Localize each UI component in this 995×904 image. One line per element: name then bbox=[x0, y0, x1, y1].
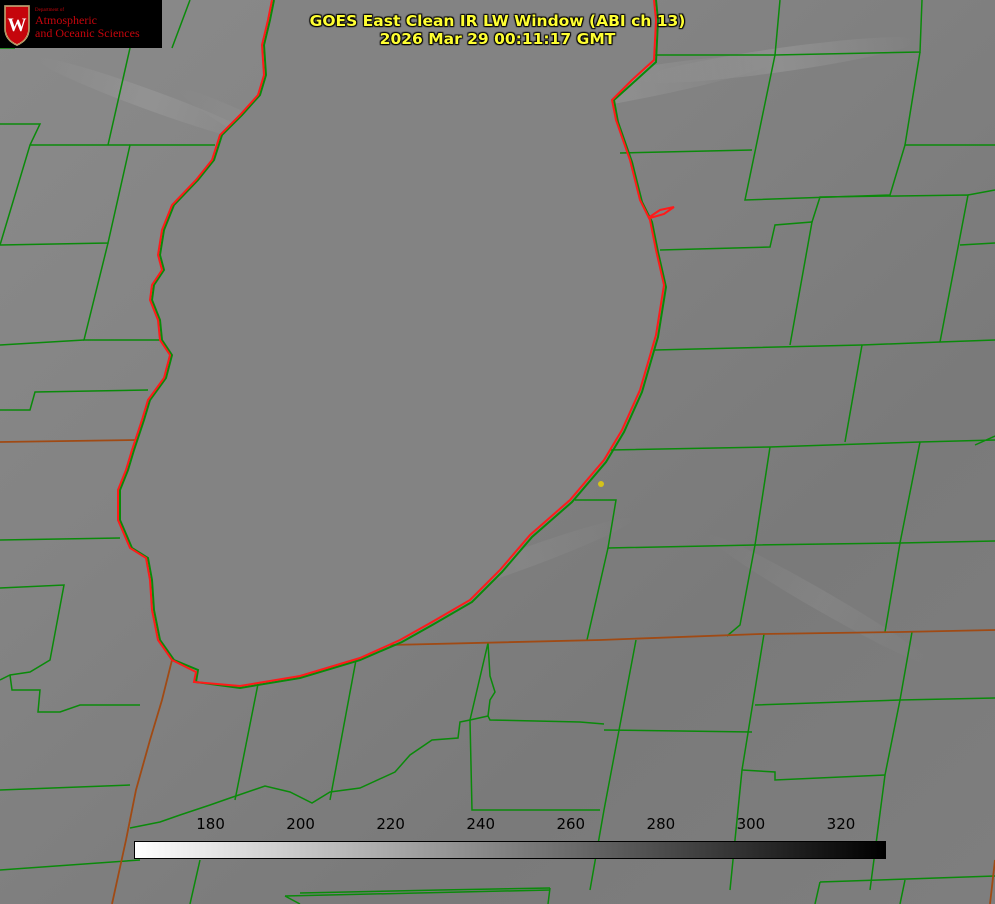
colorbar-tick-label: 300 bbox=[736, 815, 766, 833]
logo-line-2: and Oceanic Sciences bbox=[35, 26, 140, 40]
svg-text:W: W bbox=[8, 15, 27, 36]
colorbar bbox=[134, 841, 886, 859]
image-title: GOES East Clean IR LW Window (ABI ch 13) bbox=[309, 12, 686, 30]
location-marker[interactable] bbox=[598, 481, 604, 487]
satellite-map[interactable] bbox=[0, 0, 995, 904]
colorbar-tick-label: 180 bbox=[196, 815, 225, 833]
uw-crest-icon: W bbox=[4, 5, 30, 46]
uw-aos-logo[interactable]: W Department of Atmospheric and Oceanic … bbox=[0, 0, 162, 48]
colorbar-tick-label: 220 bbox=[376, 815, 405, 833]
colorbar-tick-label: 200 bbox=[286, 815, 315, 833]
image-timestamp: 2026 Mar 29 00:11:17 GMT bbox=[379, 30, 616, 48]
colorbar-tick-label: 240 bbox=[466, 815, 496, 833]
colorbar-tick-label: 260 bbox=[556, 815, 586, 833]
colorbar-tick-label: 280 bbox=[646, 815, 676, 833]
colorbar-tick-label: 320 bbox=[826, 815, 856, 833]
